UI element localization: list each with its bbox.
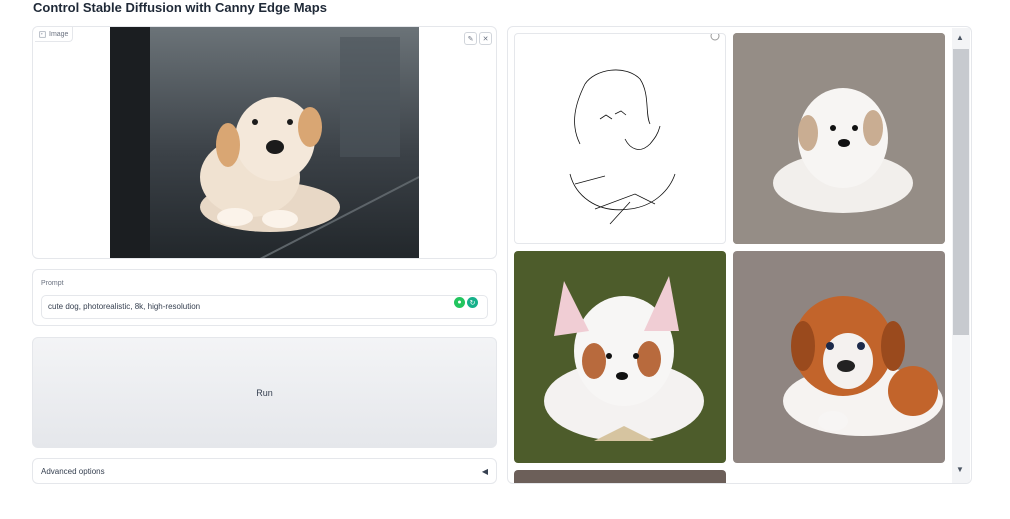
- scroll-down-icon[interactable]: ▼: [956, 465, 964, 474]
- generated-puppy-fluffy-image: [514, 251, 726, 463]
- input-puppy-photo: [110, 27, 419, 258]
- grammarly-icon[interactable]: ●: [454, 297, 465, 308]
- prompt-input[interactable]: cute dog, photorealistic, 8k, high-resol…: [41, 295, 488, 319]
- image-label: Image: [35, 27, 74, 42]
- canny-edge-image: [569, 34, 720, 225]
- page-title: Control Stable Diffusion with Canny Edge…: [33, 0, 327, 15]
- output-gallery: ▲ ▼: [507, 26, 972, 484]
- run-button[interactable]: Run: [32, 337, 497, 448]
- gallery-item-white-puppy[interactable]: [733, 33, 945, 244]
- generated-puppy-bulldog-image: [733, 251, 945, 463]
- advanced-options-accordion[interactable]: Advanced options ◀: [32, 458, 497, 484]
- gallery-item-edge-map[interactable]: [514, 33, 726, 244]
- clear-image-button[interactable]: ✕: [479, 32, 492, 45]
- advanced-options-label: Advanced options: [41, 466, 105, 476]
- gallery-item-fluffy-puppy[interactable]: [514, 251, 726, 463]
- prompt-panel: Prompt cute dog, photorealistic, 8k, hig…: [32, 269, 497, 326]
- edit-image-button[interactable]: ✎: [464, 32, 477, 45]
- gallery-item-partial[interactable]: [514, 470, 726, 483]
- gallery-scrollbar[interactable]: ▲ ▼: [952, 28, 970, 483]
- pencil-icon: ✎: [467, 35, 474, 43]
- triangle-left-icon: ◀: [481, 466, 488, 476]
- prompt-label: Prompt: [41, 280, 64, 287]
- close-icon: ✕: [482, 35, 489, 43]
- generated-puppy-white-image: [733, 33, 945, 244]
- gallery-item-bulldog-puppy[interactable]: [733, 251, 945, 463]
- scroll-up-icon[interactable]: ▲: [956, 33, 964, 42]
- image-icon: [39, 30, 46, 38]
- scrollbar-thumb[interactable]: [953, 49, 969, 335]
- image-input-panel[interactable]: Image ✎ ✕: [32, 26, 497, 259]
- image-label-text: Image: [49, 30, 69, 38]
- refresh-icon[interactable]: ↻: [467, 297, 478, 308]
